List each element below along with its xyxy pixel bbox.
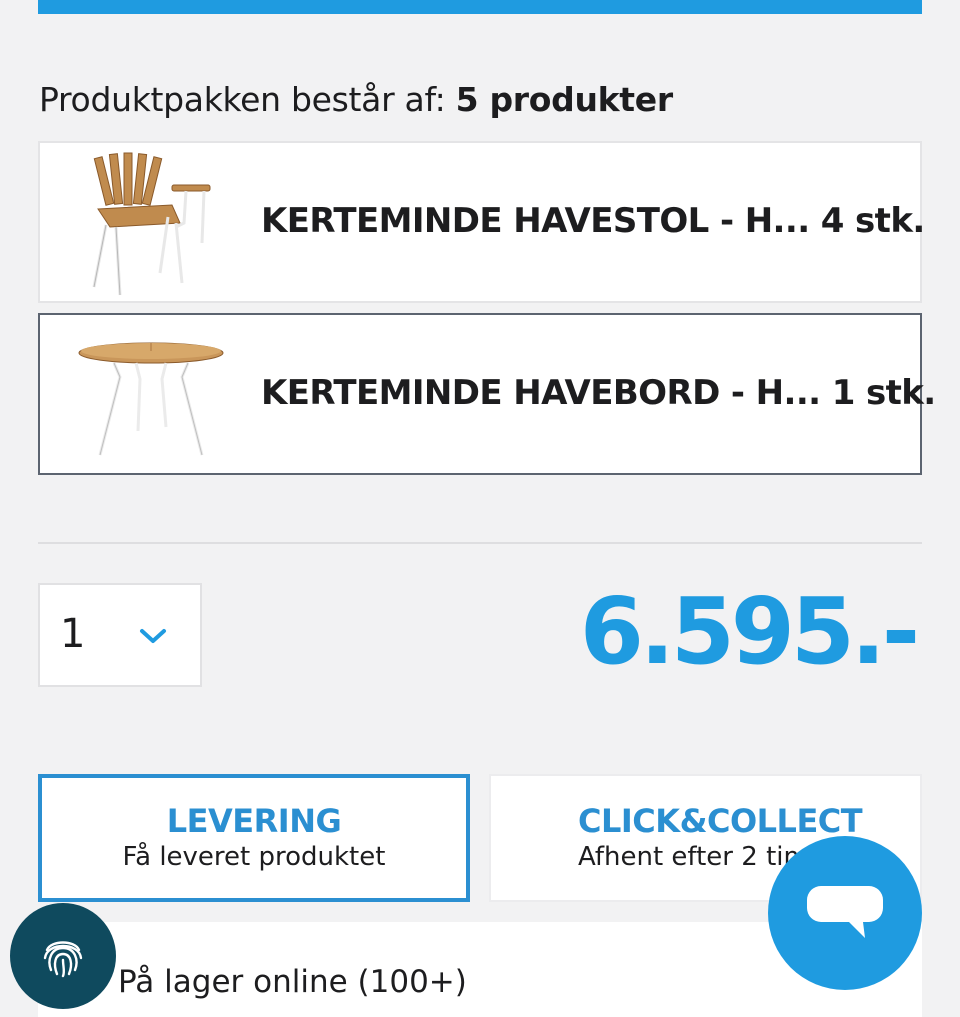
- garden-table-image: [78, 342, 224, 456]
- price: 6.595.-: [579, 578, 920, 685]
- chat-icon: [807, 886, 883, 938]
- package-item-chair[interactable]: KERTEMINDE HAVESTOL - H... 4 stk.: [38, 141, 925, 303]
- chevron-down-icon: [140, 629, 166, 643]
- package-product-count: 5 produkter: [455, 80, 674, 119]
- delivery-option-title: CLICK&COLLECT: [578, 802, 863, 840]
- delivery-option-title: LEVERING: [166, 802, 342, 840]
- package-item-name: KERTEMINDE HAVEBORD - H... 1 stk.: [261, 373, 936, 413]
- garden-chair-image: [92, 152, 211, 296]
- product-page: Produktpakken består af: 5 produkter KER…: [0, 0, 960, 1017]
- package-heading: Produktpakken består af: 5 produkter: [39, 80, 673, 119]
- delivery-option-levering[interactable]: LEVERING Få leveret produktet: [38, 774, 470, 902]
- divider: [38, 542, 922, 544]
- stock-status-text: På lager online (100+): [118, 964, 467, 1000]
- quantity-select[interactable]: 1: [38, 583, 202, 687]
- add-to-cart-bar[interactable]: [38, 0, 922, 14]
- package-item-table[interactable]: KERTEMINDE HAVEBORD - H... 1 stk.: [38, 313, 936, 475]
- package-heading-prefix: Produktpakken består af:: [39, 80, 456, 119]
- chat-button[interactable]: [768, 836, 922, 990]
- quantity-value: 1: [60, 611, 86, 657]
- fingerprint-icon: [43, 941, 83, 978]
- package-item-name: KERTEMINDE HAVESTOL - H... 4 stk.: [261, 201, 925, 241]
- delivery-option-subtitle: Få leveret produktet: [122, 842, 386, 872]
- fingerprint-button[interactable]: [10, 903, 116, 1009]
